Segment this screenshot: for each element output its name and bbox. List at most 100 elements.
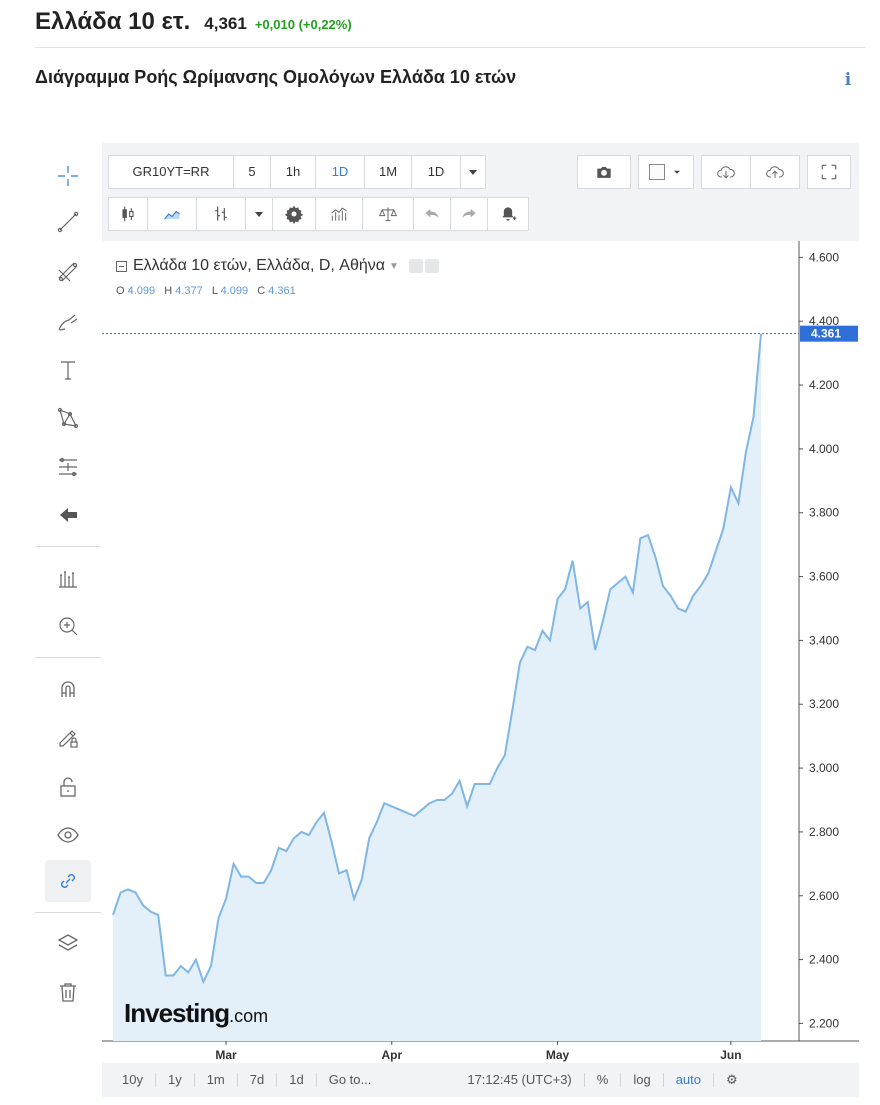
color-picker-button[interactable] xyxy=(638,154,694,189)
zoom-in-icon[interactable] xyxy=(45,605,91,647)
ohlc-open-label: O xyxy=(116,285,125,297)
bars-icon[interactable] xyxy=(196,196,246,231)
last-price-label: 4.361 xyxy=(811,327,841,341)
magnet-icon[interactable] xyxy=(45,668,91,710)
back-arrow-icon[interactable] xyxy=(45,494,91,536)
range-1d[interactable]: 1d xyxy=(277,1073,317,1087)
camera-icon[interactable] xyxy=(577,154,631,189)
ohlc-low-label: L xyxy=(211,285,218,297)
series-legend[interactable]: Ελλάδα 10 ετών, Ελλάδα, D, Αθήνα ▼ xyxy=(116,257,439,275)
indicators-icon[interactable] xyxy=(315,196,363,231)
eye-icon[interactable] xyxy=(45,814,91,856)
ohlc-close-label: C xyxy=(257,285,266,297)
link-icon[interactable] xyxy=(45,860,91,902)
header-divider xyxy=(35,47,865,48)
chart-type-caret-icon[interactable] xyxy=(245,196,273,231)
fib-tools-icon[interactable] xyxy=(45,251,91,293)
range-7d[interactable]: 7d xyxy=(238,1073,278,1087)
instrument-price: 4,361 xyxy=(204,14,247,33)
x-tick-label: Mar xyxy=(215,1048,237,1062)
undo-icon[interactable] xyxy=(413,196,451,231)
crosshair-icon[interactable] xyxy=(45,155,91,197)
series-visibility-icon[interactable] xyxy=(408,259,423,273)
interval-custom[interactable]: 1D xyxy=(411,154,461,189)
chart-properties-gear-icon[interactable]: ⚙ xyxy=(714,1073,750,1087)
range-10y[interactable]: 10y xyxy=(110,1073,156,1087)
x-tick-label: Jun xyxy=(720,1048,741,1062)
investing-logo: Investing.com xyxy=(124,998,268,1029)
ohlc-open: 4.099 xyxy=(127,285,156,297)
ohlc-low: 4.099 xyxy=(220,285,249,297)
goto-date-button[interactable]: Go to... xyxy=(317,1073,384,1087)
percent-toggle[interactable]: % xyxy=(585,1073,622,1087)
cloud-download-icon[interactable] xyxy=(701,154,751,189)
log-toggle[interactable]: log xyxy=(621,1073,664,1087)
instrument-header: Ελλάδα 10 ετ. 4,361 +0,010 (+0,22%) xyxy=(35,8,352,38)
toolbar-separator xyxy=(35,912,101,913)
range-1y[interactable]: 1y xyxy=(156,1073,195,1087)
brush-icon[interactable] xyxy=(45,301,91,343)
x-tick-label: Apr xyxy=(381,1048,402,1062)
color-swatch-icon xyxy=(649,163,665,180)
area-chart-icon[interactable] xyxy=(147,196,197,231)
interval-1h[interactable]: 1h xyxy=(270,154,316,189)
chart-title: Διάγραμμα Ροής Ωρίμανσης Ομολόγων Ελλάδα… xyxy=(35,67,517,87)
y-tick-label: 3.200 xyxy=(809,697,839,711)
y-tick-label: 4.200 xyxy=(809,378,839,392)
interval-5[interactable]: 5 xyxy=(233,154,271,189)
interval-1d[interactable]: 1D xyxy=(315,154,365,189)
logo-main: Investing xyxy=(124,998,230,1028)
redo-icon[interactable] xyxy=(450,196,488,231)
collapse-legend-icon[interactable] xyxy=(116,260,127,272)
top-toolbar: GR10YT=RR 5 1h 1D 1M 1D xyxy=(102,143,859,241)
info-icon[interactable]: i xyxy=(838,70,858,92)
pattern-icon[interactable] xyxy=(45,397,91,439)
interval-1m[interactable]: 1M xyxy=(364,154,412,189)
text-tool-icon[interactable] xyxy=(45,349,91,391)
ohlc-high-label: H xyxy=(164,285,173,297)
y-tick-label: 2.600 xyxy=(809,889,839,903)
price-chart[interactable]: 4.600 4.400 4.200 4.000 3.800 3.600 3.400 3.200… xyxy=(102,241,859,1062)
bottom-toolbar: 10y 1y 1m 7d 1d Go to... 17:12:45 (UTC+3… xyxy=(102,1063,859,1097)
cloud-upload-icon[interactable] xyxy=(750,154,800,189)
settings-gear-icon[interactable] xyxy=(272,196,316,231)
y-tick-label: 3.400 xyxy=(809,633,839,647)
toolbar-separator xyxy=(35,546,101,547)
instrument-change: +0,010 (+0,22%) xyxy=(254,17,352,32)
series-title: Ελλάδα 10 ετών, Ελλάδα, D, Αθήνα xyxy=(133,257,386,274)
symbol-input[interactable]: GR10YT=RR xyxy=(108,154,234,189)
range-1m[interactable]: 1m xyxy=(195,1073,238,1087)
interval-dropdown-caret-icon[interactable] xyxy=(460,154,486,189)
fullscreen-icon[interactable] xyxy=(807,154,851,189)
lock-drawings-icon[interactable] xyxy=(45,718,91,760)
chart-canvas[interactable]: 4.6004.4004.2004.0003.8003.6003.4003.200… xyxy=(102,241,859,1063)
series-settings-icon[interactable] xyxy=(424,259,439,273)
auto-scale-toggle[interactable]: auto xyxy=(664,1073,714,1087)
x-tick-label: May xyxy=(546,1048,570,1062)
ohlc-readout: O 4.099 H 4.377 L 4.099 C 4.361 xyxy=(116,285,302,297)
unlock-icon[interactable] xyxy=(45,766,91,808)
y-tick-label: 3.000 xyxy=(809,761,839,775)
measure-icon[interactable] xyxy=(45,557,91,599)
y-tick-label: 3.800 xyxy=(809,506,839,520)
y-tick-label: 4.600 xyxy=(809,250,839,264)
candles-icon[interactable] xyxy=(108,196,148,231)
layers-icon[interactable] xyxy=(45,923,91,965)
y-tick-label: 4.000 xyxy=(809,442,839,456)
clock-readout: 17:12:45 (UTC+3) xyxy=(455,1073,585,1087)
add-alert-icon[interactable] xyxy=(487,196,529,231)
series-area xyxy=(113,334,761,1041)
ohlc-high: 4.377 xyxy=(175,285,203,297)
trash-icon[interactable] xyxy=(45,971,91,1013)
chart-widget: GR10YT=RR 5 1h 1D 1M 1D 4.600 4.400 4.20… xyxy=(35,143,860,1098)
compare-scale-icon[interactable] xyxy=(362,196,414,231)
y-tick-label: 2.400 xyxy=(809,953,839,967)
chevron-down-icon xyxy=(674,170,680,174)
series-caret-icon[interactable]: ▼ xyxy=(389,261,399,272)
y-tick-label: 2.800 xyxy=(809,825,839,839)
trend-line-icon[interactable] xyxy=(45,201,91,243)
toolbar-separator xyxy=(35,657,101,658)
prediction-icon[interactable] xyxy=(45,446,91,488)
logo-suffix: .com xyxy=(229,1006,269,1026)
y-tick-label: 3.600 xyxy=(809,570,839,584)
